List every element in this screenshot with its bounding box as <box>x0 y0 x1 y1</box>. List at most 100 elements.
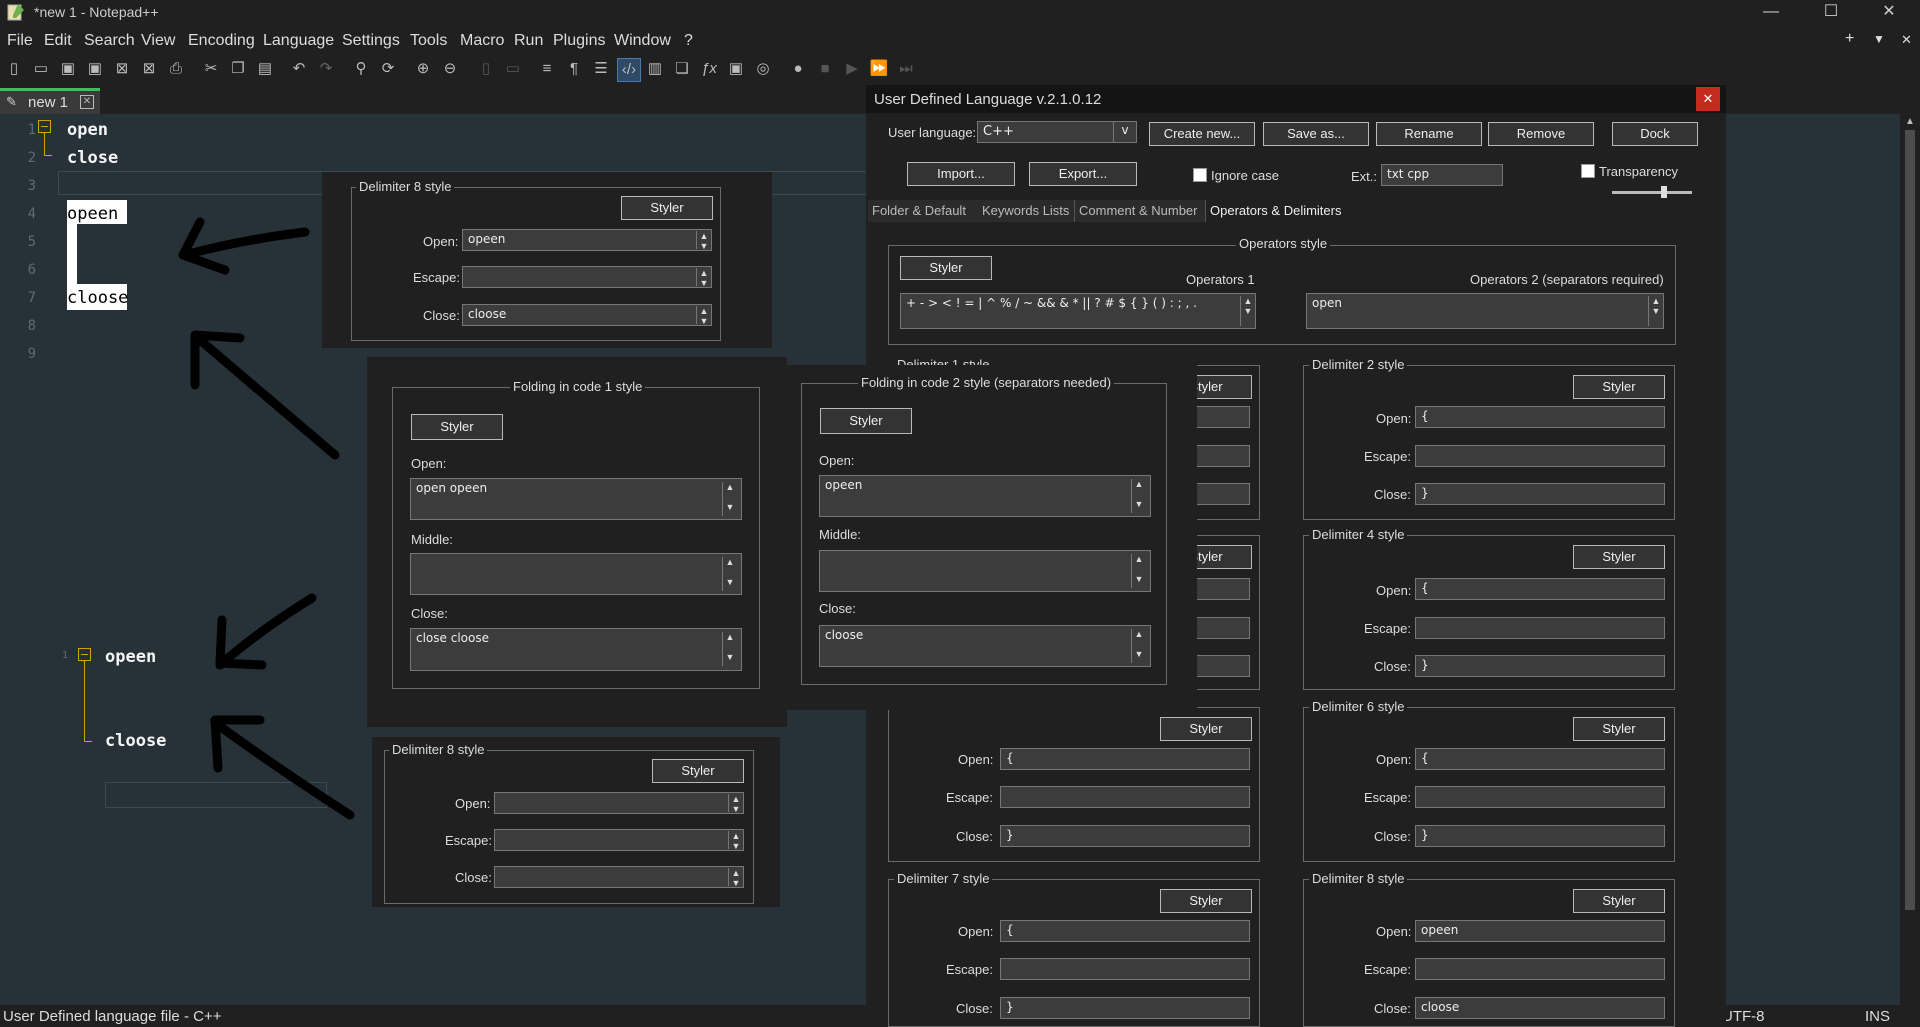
tab-folder-default[interactable]: Folder & Default <box>868 200 979 222</box>
fold1-title: Folding in code 1 style <box>510 379 646 394</box>
delimiter2-styler-button[interactable]: Styler <box>1573 375 1665 399</box>
overlay-d8e-escape-input[interactable] <box>494 829 744 851</box>
delimiter7-styler-button[interactable]: Styler <box>1160 889 1252 913</box>
delimiter8-open-input[interactable]: opeen <box>1415 920 1665 942</box>
spin-icon[interactable]: ▲ ▼ <box>696 231 711 251</box>
delimiter7-open-value: { <box>1006 923 1014 937</box>
spin-icon[interactable]: ▲ ▼ <box>696 268 711 288</box>
delimiter6-styler-button[interactable]: Styler <box>1573 717 1665 741</box>
delimiter7-escape-input[interactable] <box>1000 958 1250 980</box>
operators1-input[interactable]: + - > < ! = | ^ % / ~ && & * || ? # $ { … <box>900 293 1256 329</box>
operators2-label: Operators 2 (separators required) <box>1470 272 1664 287</box>
operators-style-title: Operators style <box>1236 236 1331 251</box>
spin-icon[interactable]: ▲ ▼ <box>1131 629 1146 663</box>
delimiter4-escape-input[interactable] <box>1415 617 1665 639</box>
delimiter8-escape-input[interactable] <box>1415 958 1665 980</box>
spin-icon[interactable]: ▲ ▼ <box>728 868 743 888</box>
delimiter7-close-input[interactable]: } <box>1000 997 1250 1019</box>
scroll-thumb[interactable] <box>1905 130 1915 910</box>
delimiter6-close-input[interactable]: } <box>1415 825 1665 847</box>
dropdown-arrow-icon[interactable]: v <box>1113 121 1137 143</box>
fold2-middle-label: Middle: <box>819 527 861 542</box>
fold1-open-value: open opeen <box>416 481 488 495</box>
delimiter8-close-input[interactable]: cloose <box>1415 997 1665 1019</box>
spin-icon[interactable]: ▲ ▼ <box>722 482 737 516</box>
transparency-thumb[interactable] <box>1661 186 1667 198</box>
overlay-d8e-styler-button[interactable]: Styler <box>652 759 744 783</box>
delimiter4-close-input[interactable]: } <box>1415 655 1665 677</box>
ext-input[interactable]: txt cpp <box>1381 164 1503 186</box>
overlay-d8-escape-input[interactable] <box>462 266 712 288</box>
export-button[interactable]: Export... <box>1029 162 1137 186</box>
ignore-case-checkbox[interactable] <box>1193 168 1207 182</box>
overlay-d8-open-input[interactable]: opeen <box>462 229 712 251</box>
fold1-styler-button[interactable]: Styler <box>411 414 503 440</box>
delimiter4-open-input[interactable]: { <box>1415 578 1665 600</box>
transparency-slider[interactable] <box>1612 191 1692 194</box>
delimiter5-open-input[interactable]: { <box>1000 748 1250 770</box>
delimiter7-close-value: } <box>1006 1000 1014 1014</box>
open-label: Open: <box>1376 752 1412 767</box>
delimiter5-open-value: { <box>1006 751 1014 765</box>
transparency-checkbox[interactable] <box>1581 164 1595 178</box>
operators-styler-button[interactable]: Styler <box>900 256 992 280</box>
save-as-button[interactable]: Save as... <box>1263 122 1369 146</box>
overlay-d8e-close-input[interactable] <box>494 866 744 888</box>
escape-label: Escape: <box>946 790 993 805</box>
fold2-open-label: Open: <box>819 453 855 468</box>
delimiter6-close-value: } <box>1421 828 1429 842</box>
remove-button[interactable]: Remove <box>1488 122 1594 146</box>
delimiter8-styler-button[interactable]: Styler <box>1573 889 1665 913</box>
tab-comment-number[interactable]: Comment & Number <box>1075 200 1206 222</box>
fold1-close-input[interactable]: close cloose <box>410 628 742 671</box>
arrow-1 <box>178 217 310 275</box>
fold2-open-input[interactable]: opeen <box>819 475 1151 517</box>
delimiter5-escape-input[interactable] <box>1000 786 1250 808</box>
rename-button[interactable]: Rename <box>1376 122 1482 146</box>
fold1-open-input[interactable]: open opeen <box>410 478 742 520</box>
open-label: Open: <box>958 924 994 939</box>
create-new-button[interactable]: Create new... <box>1149 122 1255 146</box>
fold2-middle-input[interactable] <box>819 550 1151 592</box>
spin-icon[interactable]: ▲ ▼ <box>1131 554 1146 588</box>
open-label: Open: <box>423 234 459 249</box>
import-button[interactable]: Import... <box>907 162 1015 186</box>
delimiter4-open-value: { <box>1421 581 1429 595</box>
tab-keywords-lists[interactable]: Keywords Lists <box>978 200 1075 222</box>
fold2-styler-button[interactable]: Styler <box>820 408 912 434</box>
delimiter5-styler-button[interactable]: Styler <box>1160 717 1252 741</box>
delimiter2-close-value: } <box>1421 486 1429 500</box>
delimiter2-close-input[interactable]: } <box>1415 483 1665 505</box>
spin-icon[interactable]: ▲ ▼ <box>728 831 743 851</box>
spin-icon[interactable]: ▲ ▼ <box>696 306 711 326</box>
ignore-case-label: Ignore case <box>1211 168 1279 183</box>
overlay-delimiter8-styler-button[interactable]: Styler <box>621 196 713 220</box>
operators2-spin-icon[interactable]: ▲ ▼ <box>1648 296 1663 326</box>
overlay-d8e-open-input[interactable] <box>494 792 744 814</box>
udl-close-button[interactable]: ✕ <box>1696 87 1720 111</box>
delimiter8-title: Delimiter 8 style <box>1309 871 1408 886</box>
spin-icon[interactable]: ▲ ▼ <box>728 794 743 814</box>
fold1-middle-label: Middle: <box>411 532 453 547</box>
spin-icon[interactable]: ▲ ▼ <box>722 632 737 666</box>
overlay-d8-close-input[interactable]: cloose <box>462 304 712 326</box>
operators1-spin-icon[interactable]: ▲ ▼ <box>1240 296 1255 326</box>
delimiter6-open-input[interactable]: { <box>1415 748 1665 770</box>
tab-operators-delimiters[interactable]: Operators & Delimiters <box>1206 200 1354 222</box>
delimiter2-open-input[interactable]: { <box>1415 406 1665 428</box>
delimiter6-escape-input[interactable] <box>1415 786 1665 808</box>
spin-icon[interactable]: ▲ ▼ <box>1131 479 1146 513</box>
dock-button[interactable]: Dock <box>1612 122 1698 146</box>
delimiter5-close-input[interactable]: } <box>1000 825 1250 847</box>
scroll-up-icon[interactable]: ▲ <box>1905 116 1915 127</box>
escape-label: Escape: <box>445 833 492 848</box>
scrollbar[interactable]: ▲ <box>1900 114 1920 1005</box>
open-label: Open: <box>958 752 994 767</box>
spin-icon[interactable]: ▲ ▼ <box>722 557 737 591</box>
delimiter4-styler-button[interactable]: Styler <box>1573 545 1665 569</box>
fold2-close-input[interactable]: cloose <box>819 625 1151 667</box>
delimiter7-open-input[interactable]: { <box>1000 920 1250 942</box>
operators2-input[interactable]: open <box>1306 293 1664 329</box>
delimiter2-escape-input[interactable] <box>1415 445 1665 467</box>
fold1-middle-input[interactable] <box>410 553 742 595</box>
